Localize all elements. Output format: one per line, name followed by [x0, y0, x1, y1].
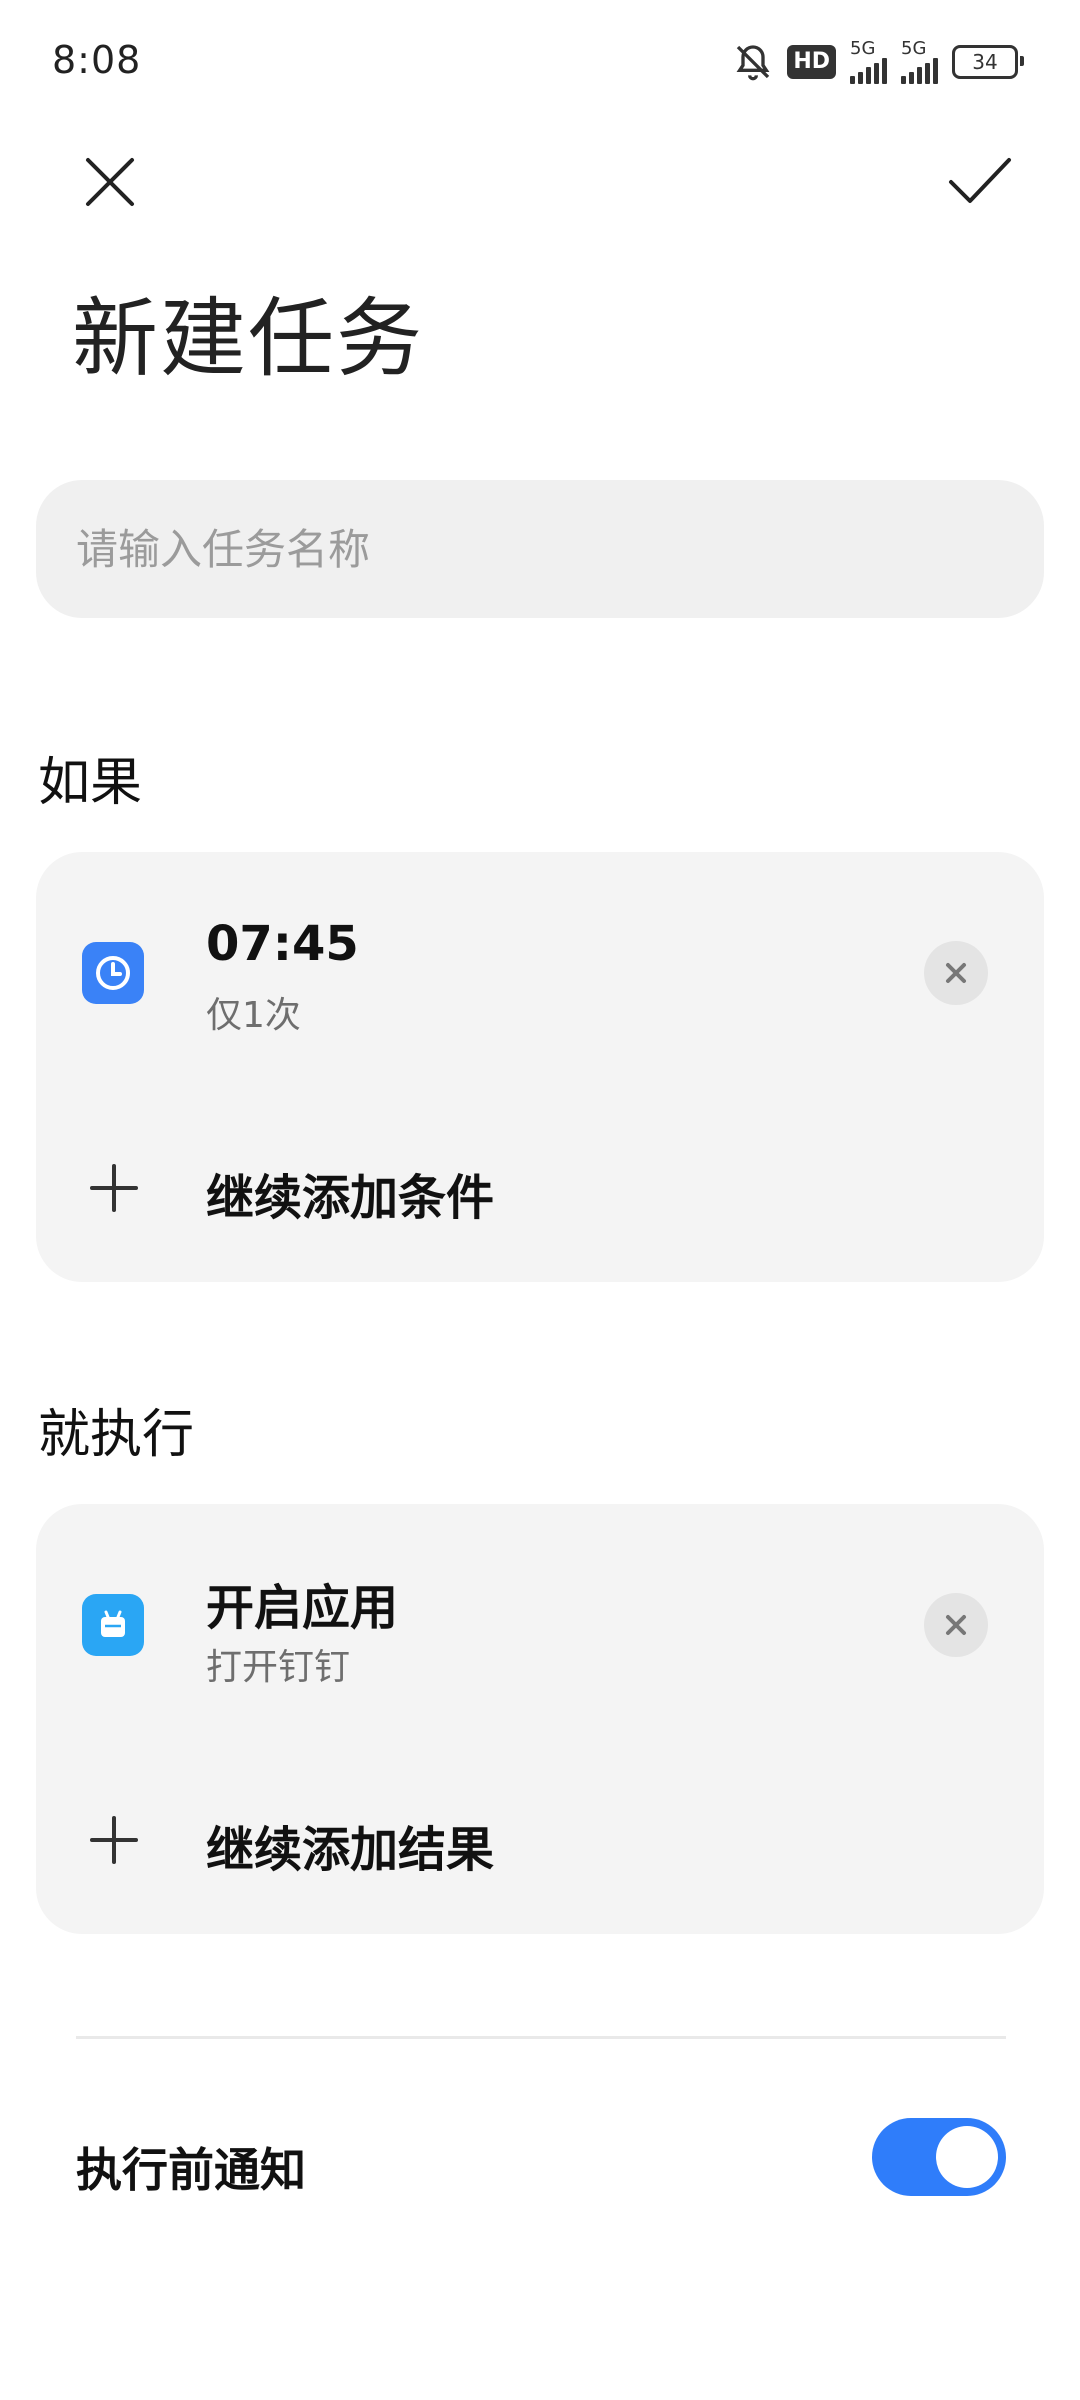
- plus-icon: [90, 1164, 138, 1212]
- add-condition-label: 继续添加条件: [206, 1170, 495, 1226]
- action-title: 开启应用: [206, 1580, 399, 1636]
- signal-icon: 5G: [850, 40, 887, 84]
- then-section-label: 就执行: [38, 1405, 195, 1465]
- close-icon: [946, 963, 966, 983]
- add-condition-button[interactable]: 继续添加条件: [36, 1122, 1044, 1252]
- notify-label: 执行前通知: [76, 2143, 306, 2197]
- task-name-input[interactable]: [36, 480, 1044, 618]
- plus-icon: [90, 1816, 138, 1864]
- action-subtitle: 打开钉钉: [206, 1647, 351, 1688]
- divider: [76, 2036, 1006, 2039]
- condition-title: 07:45: [206, 916, 359, 972]
- condition-row[interactable]: 07:45 仅1次: [36, 852, 1044, 1092]
- close-icon: [946, 1615, 966, 1635]
- condition-card: 07:45 仅1次 继续添加条件: [36, 852, 1044, 1282]
- clock-icon: [82, 942, 144, 1004]
- close-button[interactable]: [70, 142, 150, 222]
- signal-icon-2: 5G: [901, 40, 938, 84]
- if-section-label: 如果: [38, 753, 143, 813]
- notify-toggle[interactable]: [872, 2118, 1006, 2196]
- app-icon: [82, 1594, 144, 1656]
- hd-voice-icon: HD: [787, 45, 836, 79]
- action-card: 开启应用 打开钉钉 继续添加结果: [36, 1504, 1044, 1934]
- battery-icon: 34: [952, 45, 1024, 79]
- mute-bell-icon: [736, 45, 770, 81]
- checkmark-icon: [949, 158, 1011, 203]
- toggle-knob: [936, 2126, 998, 2188]
- confirm-button[interactable]: [940, 142, 1020, 222]
- status-time: 8:08: [52, 38, 142, 82]
- status-icons: HD 5G 5G 34: [733, 38, 1024, 86]
- remove-action-button[interactable]: [924, 1593, 988, 1657]
- add-action-button[interactable]: 继续添加结果: [36, 1774, 1044, 1904]
- action-row[interactable]: 开启应用 打开钉钉: [36, 1504, 1044, 1744]
- close-icon: [86, 158, 134, 206]
- condition-subtitle: 仅1次: [206, 995, 301, 1036]
- page-title: 新建任务: [72, 289, 424, 389]
- remove-condition-button[interactable]: [924, 941, 988, 1005]
- add-action-label: 继续添加结果: [206, 1822, 495, 1878]
